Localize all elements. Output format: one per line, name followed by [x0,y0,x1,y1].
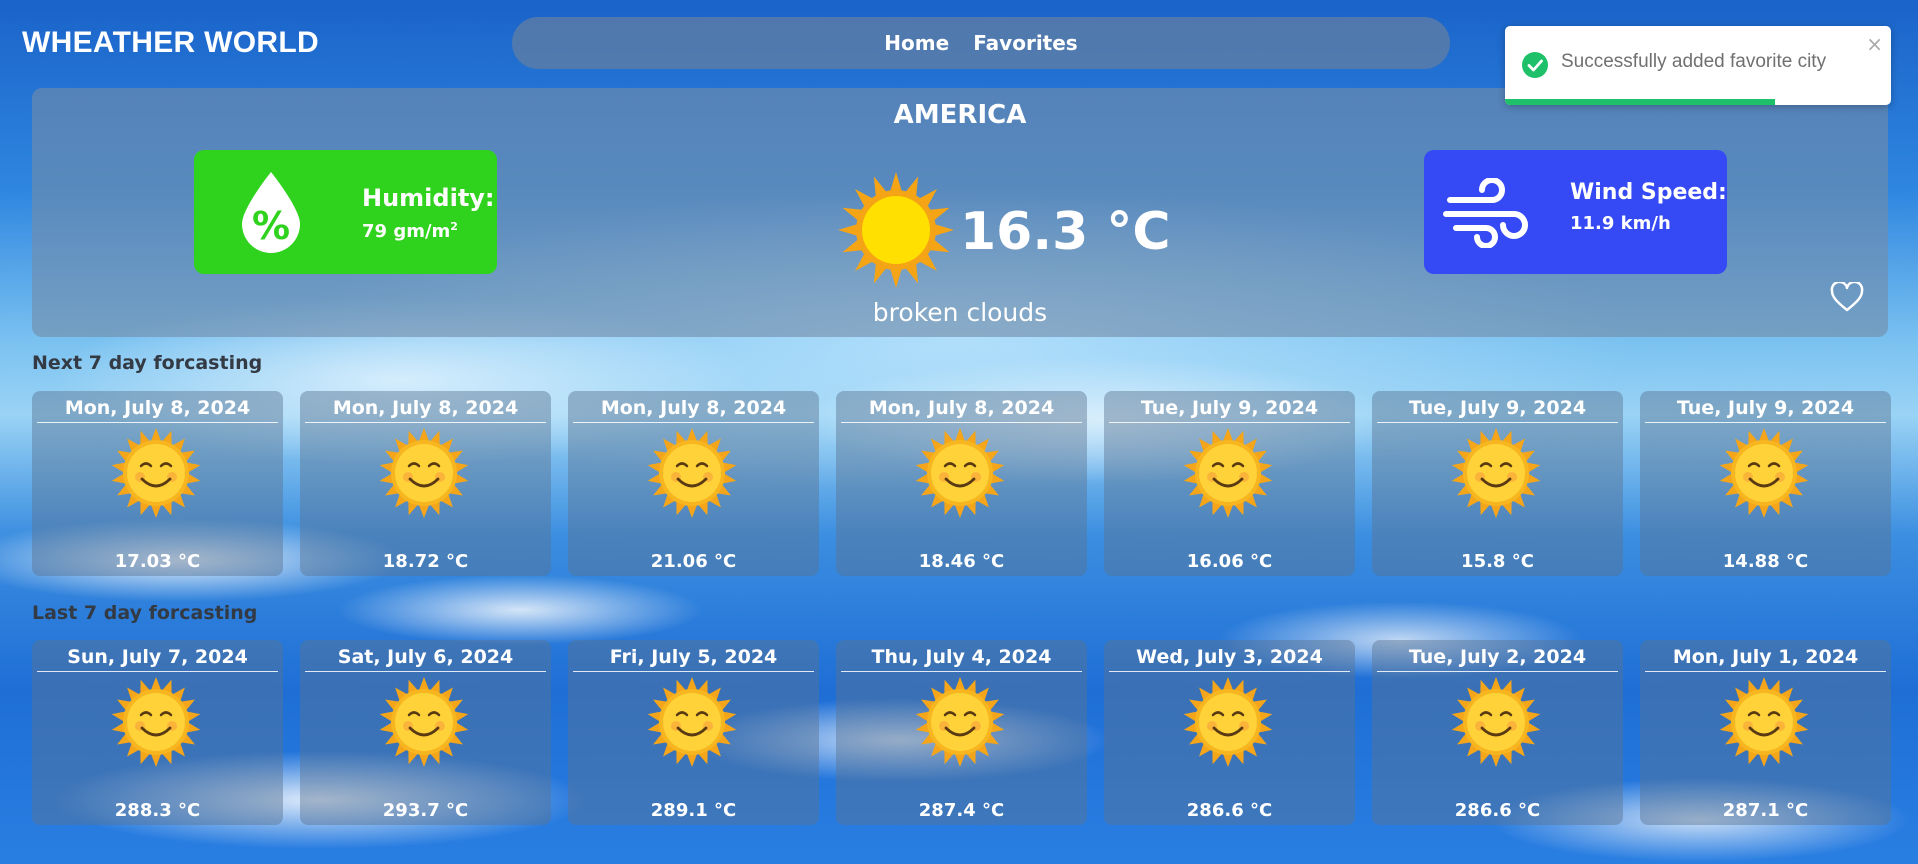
last-forecast-card: Fri, July 5, 2024 289.1 °C [568,640,819,825]
last-forecast-card: Wed, July 3, 2024 286.6 °C [1104,640,1355,825]
humidity-drop-icon: % [238,170,304,258]
toast-notification: Successfully added favorite city × [1505,26,1891,105]
forecast-temperature: 18.72 °C [382,551,469,572]
forecast-date: Mon, July 8, 2024 [841,397,1082,423]
wind-icon [1442,177,1532,252]
next-forecast-title: Next 7 day forcasting [32,352,263,374]
humidity-value: 79 gm/m2 [362,220,458,242]
toast-progress-bar [1505,99,1776,105]
sun-icon [836,170,956,294]
current-temperature: 16.3 °C [960,202,1171,262]
wind-label: Wind Speed: [1570,180,1727,205]
next-forecast-card: Mon, July 8, 2024 18.46 °C [836,391,1087,576]
humidity-card: % Humidity: 79 gm/m2 [194,150,497,274]
smiling-sun-icon [378,427,470,523]
forecast-date: Sat, July 6, 2024 [305,646,546,672]
wind-card: Wind Speed: 11.9 km/h [1424,150,1727,274]
forecast-date: Sun, July 7, 2024 [37,646,278,672]
next-forecast-grid: Mon, July 8, 2024 17.03 °C Mon, July 8, 20… [32,391,1891,576]
weather-description: broken clouds [872,298,1048,327]
forecast-temperature: 287.1 °C [1722,800,1809,821]
svg-text:%: % [252,204,290,248]
toast-close-button[interactable]: × [1866,32,1883,56]
smiling-sun-icon [1450,427,1542,523]
check-circle-icon [1521,51,1549,83]
forecast-date: Wed, July 3, 2024 [1109,646,1350,672]
forecast-date: Mon, July 8, 2024 [573,397,814,423]
next-forecast-card: Tue, July 9, 2024 14.88 °C [1640,391,1891,576]
smiling-sun-icon [110,427,202,523]
wind-value: 11.9 km/h [1570,213,1671,234]
smiling-sun-icon [110,676,202,772]
smiling-sun-icon [646,676,738,772]
current-weather-panel: AMERICA % Humidity: 79 gm/m2 16.3 °C bro… [32,88,1888,337]
smiling-sun-icon [914,676,1006,772]
forecast-temperature: 15.8 °C [1461,551,1534,572]
next-forecast-card: Tue, July 9, 2024 15.8 °C [1372,391,1623,576]
forecast-date: Tue, July 9, 2024 [1645,397,1886,423]
forecast-date: Mon, July 8, 2024 [37,397,278,423]
forecast-date: Thu, July 4, 2024 [841,646,1082,672]
next-forecast-card: Mon, July 8, 2024 18.72 °C [300,391,551,576]
smiling-sun-icon [1718,676,1810,772]
forecast-temperature: 289.1 °C [650,800,737,821]
next-forecast-card: Mon, July 8, 2024 21.06 °C [568,391,819,576]
last-forecast-card: Thu, July 4, 2024 287.4 °C [836,640,1087,825]
forecast-temperature: 286.6 °C [1186,800,1273,821]
forecast-date: Tue, July 2, 2024 [1377,646,1618,672]
forecast-date: Fri, July 5, 2024 [573,646,814,672]
last-forecast-card: Tue, July 2, 2024 286.6 °C [1372,640,1623,825]
nav-favorites-link[interactable]: Favorites [973,31,1078,55]
forecast-temperature: 287.4 °C [918,800,1005,821]
smiling-sun-icon [1182,427,1274,523]
forecast-temperature: 17.03 °C [114,551,201,572]
last-forecast-card: Mon, July 1, 2024 287.1 °C [1640,640,1891,825]
smiling-sun-icon [646,427,738,523]
nav-home-link[interactable]: Home [884,31,949,55]
heart-outline-icon[interactable] [1830,280,1864,316]
forecast-date: Mon, July 1, 2024 [1645,646,1886,672]
forecast-temperature: 16.06 °C [1186,551,1273,572]
forecast-temperature: 18.46 °C [918,551,1005,572]
forecast-date: Tue, July 9, 2024 [1109,397,1350,423]
last-forecast-card: Sat, July 6, 2024 293.7 °C [300,640,551,825]
forecast-temperature: 286.6 °C [1454,800,1541,821]
forecast-temperature: 288.3 °C [114,800,201,821]
smiling-sun-icon [914,427,1006,523]
next-forecast-card: Mon, July 8, 2024 17.03 °C [32,391,283,576]
smiling-sun-icon [378,676,470,772]
forecast-date: Mon, July 8, 2024 [305,397,546,423]
top-nav: Home Favorites [512,17,1450,69]
current-conditions: 16.3 °C [836,170,1171,294]
app-logo: WHEATHER WORLD [22,26,319,59]
next-forecast-card: Tue, July 9, 2024 16.06 °C [1104,391,1355,576]
forecast-temperature: 293.7 °C [382,800,469,821]
toast-message: Successfully added favorite city [1561,51,1827,72]
forecast-temperature: 21.06 °C [650,551,737,572]
smiling-sun-icon [1718,427,1810,523]
last-forecast-title: Last 7 day forcasting [32,602,258,624]
smiling-sun-icon [1450,676,1542,772]
humidity-label: Humidity: [362,184,495,212]
last-forecast-grid: Sun, July 7, 2024 288.3 °C Sat, July 6, 20… [32,640,1891,825]
last-forecast-card: Sun, July 7, 2024 288.3 °C [32,640,283,825]
smiling-sun-icon [1182,676,1274,772]
forecast-date: Tue, July 9, 2024 [1377,397,1618,423]
forecast-temperature: 14.88 °C [1722,551,1809,572]
